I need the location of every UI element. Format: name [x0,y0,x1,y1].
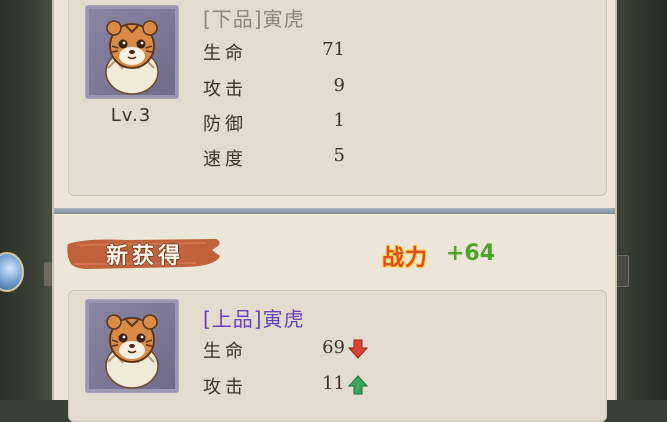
stat-row-attack: 攻击 9 [203,75,363,100]
stat-label: 速度 [203,149,247,170]
stat-label: 防御 [203,114,247,135]
current-pet-portrait[interactable] [85,5,179,99]
stat-value: 1 [333,110,345,131]
pet-level: Lv.3 [110,105,152,126]
stat-value: 71 [322,39,345,60]
stat-value: 5 [333,145,345,166]
tiger-cub-icon [105,314,159,389]
section-divider [54,208,615,214]
new-pet-portrait[interactable] [85,299,179,393]
new-pet-card: [上品]寅虎 生命 69 攻击 11 [68,290,607,422]
stat-value: 9 [333,75,345,96]
stat-value: 69 [322,337,345,358]
combat-power-label: 战力 [382,246,429,271]
stat-row-hp: 生命 71 [203,39,363,64]
stat-row-defense: 防御 1 [203,110,363,135]
pet-compare-panel: Lv.3 [下品]寅虎 生命 71 攻击 9 防御 1 速度 5 新获得 战力 … [52,0,617,422]
side-tab-left[interactable] [44,262,52,286]
current-pet-card: Lv.3 [下品]寅虎 生命 71 攻击 9 防御 1 速度 5 [68,0,607,196]
background-right [612,0,667,400]
arrow-up-icon [347,375,369,395]
stat-label: 生命 [203,341,247,362]
arrow-down-icon [347,339,369,359]
stat-row-hp: 生命 69 [203,337,369,362]
stat-label: 生命 [203,43,247,64]
current-pet-name: [下品]寅虎 [203,7,305,31]
background-left [0,0,52,400]
combat-power-change: +64 [446,241,496,266]
stat-value: 11 [322,373,345,394]
new-obtained-banner: 新获得 [66,236,222,272]
stat-row-attack: 攻击 11 [203,373,369,398]
stat-label: 攻击 [203,79,247,100]
tiger-cub-icon [105,20,159,95]
new-pet-name: [上品]寅虎 [203,307,305,331]
stat-row-speed: 速度 5 [203,145,363,170]
new-obtained-label: 新获得 [106,244,185,269]
stat-label: 攻击 [203,377,247,398]
